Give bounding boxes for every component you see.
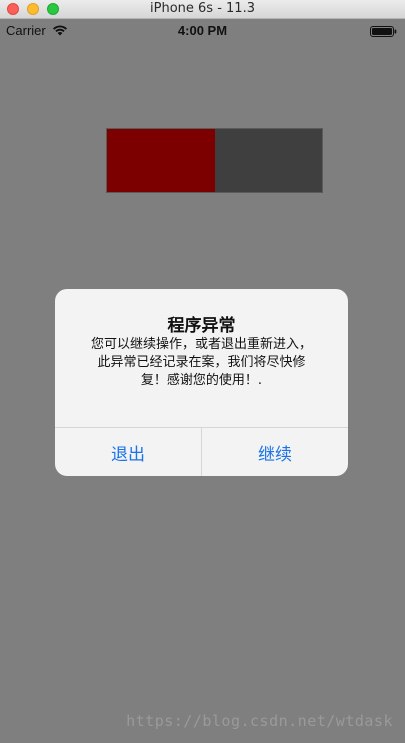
battery-icon [370, 26, 397, 37]
continue-button[interactable]: 继续 [202, 428, 348, 476]
status-time: 4:00 PM [177, 23, 228, 38]
status-bar: Carrier 4:00 PM [0, 19, 405, 43]
alert-actions: 退出 继续 [55, 427, 348, 476]
window-title: iPhone 6s - 11.3 [150, 1, 255, 16]
alert-title: 程序异常 [167, 316, 236, 336]
exit-button[interactable]: 退出 [55, 428, 202, 476]
progress-bar [106, 128, 323, 193]
watermark-url: https://blog.csdn.net/wtdask [126, 712, 393, 730]
alert-message-line: 此异常已经记录在案，我们将尽快修 [97, 355, 306, 370]
alert-message-line: 复！感谢您的使用！. [140, 373, 263, 388]
alert-dialog: 程序异常 您可以继续操作，或者退出重新进入， 此异常已经记录在案，我们将尽快修 … [55, 289, 348, 476]
simulator-frame: iPhone 6s - 11.3 Carrier 4:00 PM 程序异常 您可… [0, 0, 405, 743]
progress-bar-fill [107, 129, 215, 192]
window-titlebar: iPhone 6s - 11.3 [0, 0, 405, 19]
alert-message-line: 您可以继续操作，或者退出重新进入， [90, 337, 312, 352]
alert-message: 您可以继续操作，或者退出重新进入， 此异常已经记录在案，我们将尽快修 复！感谢您… [77, 336, 326, 390]
